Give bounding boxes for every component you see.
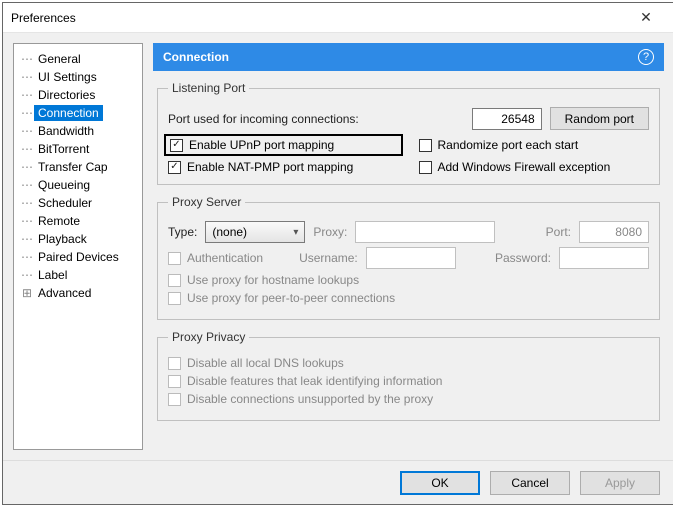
sidebar-item-remote[interactable]: ⋯Remote — [18, 212, 138, 230]
sidebar-item-transfer-cap[interactable]: ⋯Transfer Cap — [18, 158, 138, 176]
listening-port-legend: Listening Port — [168, 81, 249, 95]
close-icon[interactable]: ✕ — [626, 9, 666, 26]
username-label: Username: — [299, 251, 358, 265]
proxy-type-label: Type: — [168, 225, 197, 239]
proxy-host-input — [355, 221, 495, 243]
preferences-window: Preferences ✕ ⋯General ⋯UI Settings ⋯Dir… — [2, 2, 673, 505]
sidebar-item-directories[interactable]: ⋯Directories — [18, 86, 138, 104]
content-header: Connection ? — [153, 43, 664, 71]
tree-dash-icon: ⋯ — [20, 250, 34, 264]
ok-button[interactable]: OK — [400, 471, 480, 495]
proxy-privacy-group: Proxy Privacy Disable all local DNS look… — [157, 330, 660, 421]
password-label: Password: — [495, 251, 551, 265]
checkbox-icon — [168, 161, 181, 174]
disable-unsupported-checkbox: Disable connections unsupported by the p… — [168, 392, 433, 406]
cancel-button[interactable]: Cancel — [490, 471, 570, 495]
checkbox-icon — [168, 274, 181, 287]
sidebar-item-connection[interactable]: ⋯Connection — [18, 104, 138, 122]
window-title: Preferences — [11, 11, 626, 25]
tree-dash-icon: ⋯ — [20, 142, 34, 156]
tree-dash-icon: ⋯ — [20, 52, 34, 66]
sidebar-item-general[interactable]: ⋯General — [18, 50, 138, 68]
proxy-server-legend: Proxy Server — [168, 195, 245, 209]
content: Connection ? Listening Port Port used fo… — [153, 43, 664, 450]
auth-checkbox: Authentication — [168, 251, 263, 265]
port-input[interactable] — [472, 108, 542, 130]
tree-dash-icon: ⋯ — [20, 268, 34, 282]
proxy-p2p-checkbox: Use proxy for peer-to-peer connections — [168, 291, 395, 305]
sidebar-item-ui-settings[interactable]: ⋯UI Settings — [18, 68, 138, 86]
random-port-button[interactable]: Random port — [550, 107, 649, 130]
proxy-port-label: Port: — [546, 225, 571, 239]
checkbox-icon — [168, 375, 181, 388]
checkbox-icon — [168, 252, 181, 265]
titlebar: Preferences ✕ — [3, 3, 673, 33]
sidebar: ⋯General ⋯UI Settings ⋯Directories ⋯Conn… — [13, 43, 143, 450]
tree-dash-icon: ⋯ — [20, 160, 34, 174]
proxy-port-input — [579, 221, 649, 243]
tree-dash-icon: ⋯ — [20, 70, 34, 84]
tree-plus-icon[interactable]: ⊞ — [20, 286, 34, 300]
listening-port-group: Listening Port Port used for incoming co… — [157, 81, 660, 185]
proxy-hostname-checkbox: Use proxy for hostname lookups — [168, 273, 359, 287]
tree-dash-icon: ⋯ — [20, 214, 34, 228]
content-pane: Listening Port Port used for incoming co… — [153, 71, 664, 450]
firewall-checkbox[interactable]: Add Windows Firewall exception — [419, 160, 650, 174]
checkbox-icon — [419, 161, 432, 174]
sidebar-item-queueing[interactable]: ⋯Queueing — [18, 176, 138, 194]
checkbox-icon — [170, 139, 183, 152]
dialog-body: ⋯General ⋯UI Settings ⋯Directories ⋯Conn… — [3, 33, 673, 460]
checkbox-icon — [168, 292, 181, 305]
checkbox-icon — [168, 393, 181, 406]
proxy-server-group: Proxy Server Type: (none) ▾ Proxy: Port: — [157, 195, 660, 320]
chevron-down-icon: ▾ — [293, 227, 298, 238]
tree-dash-icon: ⋯ — [20, 232, 34, 246]
page-title: Connection — [163, 50, 229, 64]
sidebar-item-playback[interactable]: ⋯Playback — [18, 230, 138, 248]
disable-dns-checkbox: Disable all local DNS lookups — [168, 356, 344, 370]
password-input — [559, 247, 649, 269]
sidebar-item-label[interactable]: ⋯Label — [18, 266, 138, 284]
proxy-type-select[interactable]: (none) ▾ — [205, 221, 305, 243]
sidebar-item-bittorrent[interactable]: ⋯BitTorrent — [18, 140, 138, 158]
natpmp-checkbox[interactable]: Enable NAT-PMP port mapping — [168, 160, 399, 174]
port-label: Port used for incoming connections: — [168, 112, 359, 126]
checkbox-icon — [168, 357, 181, 370]
randomize-checkbox[interactable]: Randomize port each start — [419, 136, 650, 154]
proxy-host-label: Proxy: — [313, 225, 347, 239]
proxy-privacy-legend: Proxy Privacy — [168, 330, 249, 344]
tree-dash-icon: ⋯ — [20, 124, 34, 138]
upnp-checkbox[interactable]: Enable UPnP port mapping — [164, 134, 403, 156]
dialog-footer: OK Cancel Apply — [3, 460, 673, 504]
tree-dash-icon: ⋯ — [20, 178, 34, 192]
tree-dash-icon: ⋯ — [20, 106, 34, 120]
sidebar-item-paired-devices[interactable]: ⋯Paired Devices — [18, 248, 138, 266]
help-icon[interactable]: ? — [638, 49, 654, 65]
sidebar-item-scheduler[interactable]: ⋯Scheduler — [18, 194, 138, 212]
disable-leak-checkbox: Disable features that leak identifying i… — [168, 374, 442, 388]
sidebar-item-bandwidth[interactable]: ⋯Bandwidth — [18, 122, 138, 140]
apply-button: Apply — [580, 471, 660, 495]
tree-dash-icon: ⋯ — [20, 88, 34, 102]
tree-dash-icon: ⋯ — [20, 196, 34, 210]
username-input — [366, 247, 456, 269]
checkbox-icon — [419, 139, 432, 152]
sidebar-item-advanced[interactable]: ⊞Advanced — [18, 284, 138, 302]
